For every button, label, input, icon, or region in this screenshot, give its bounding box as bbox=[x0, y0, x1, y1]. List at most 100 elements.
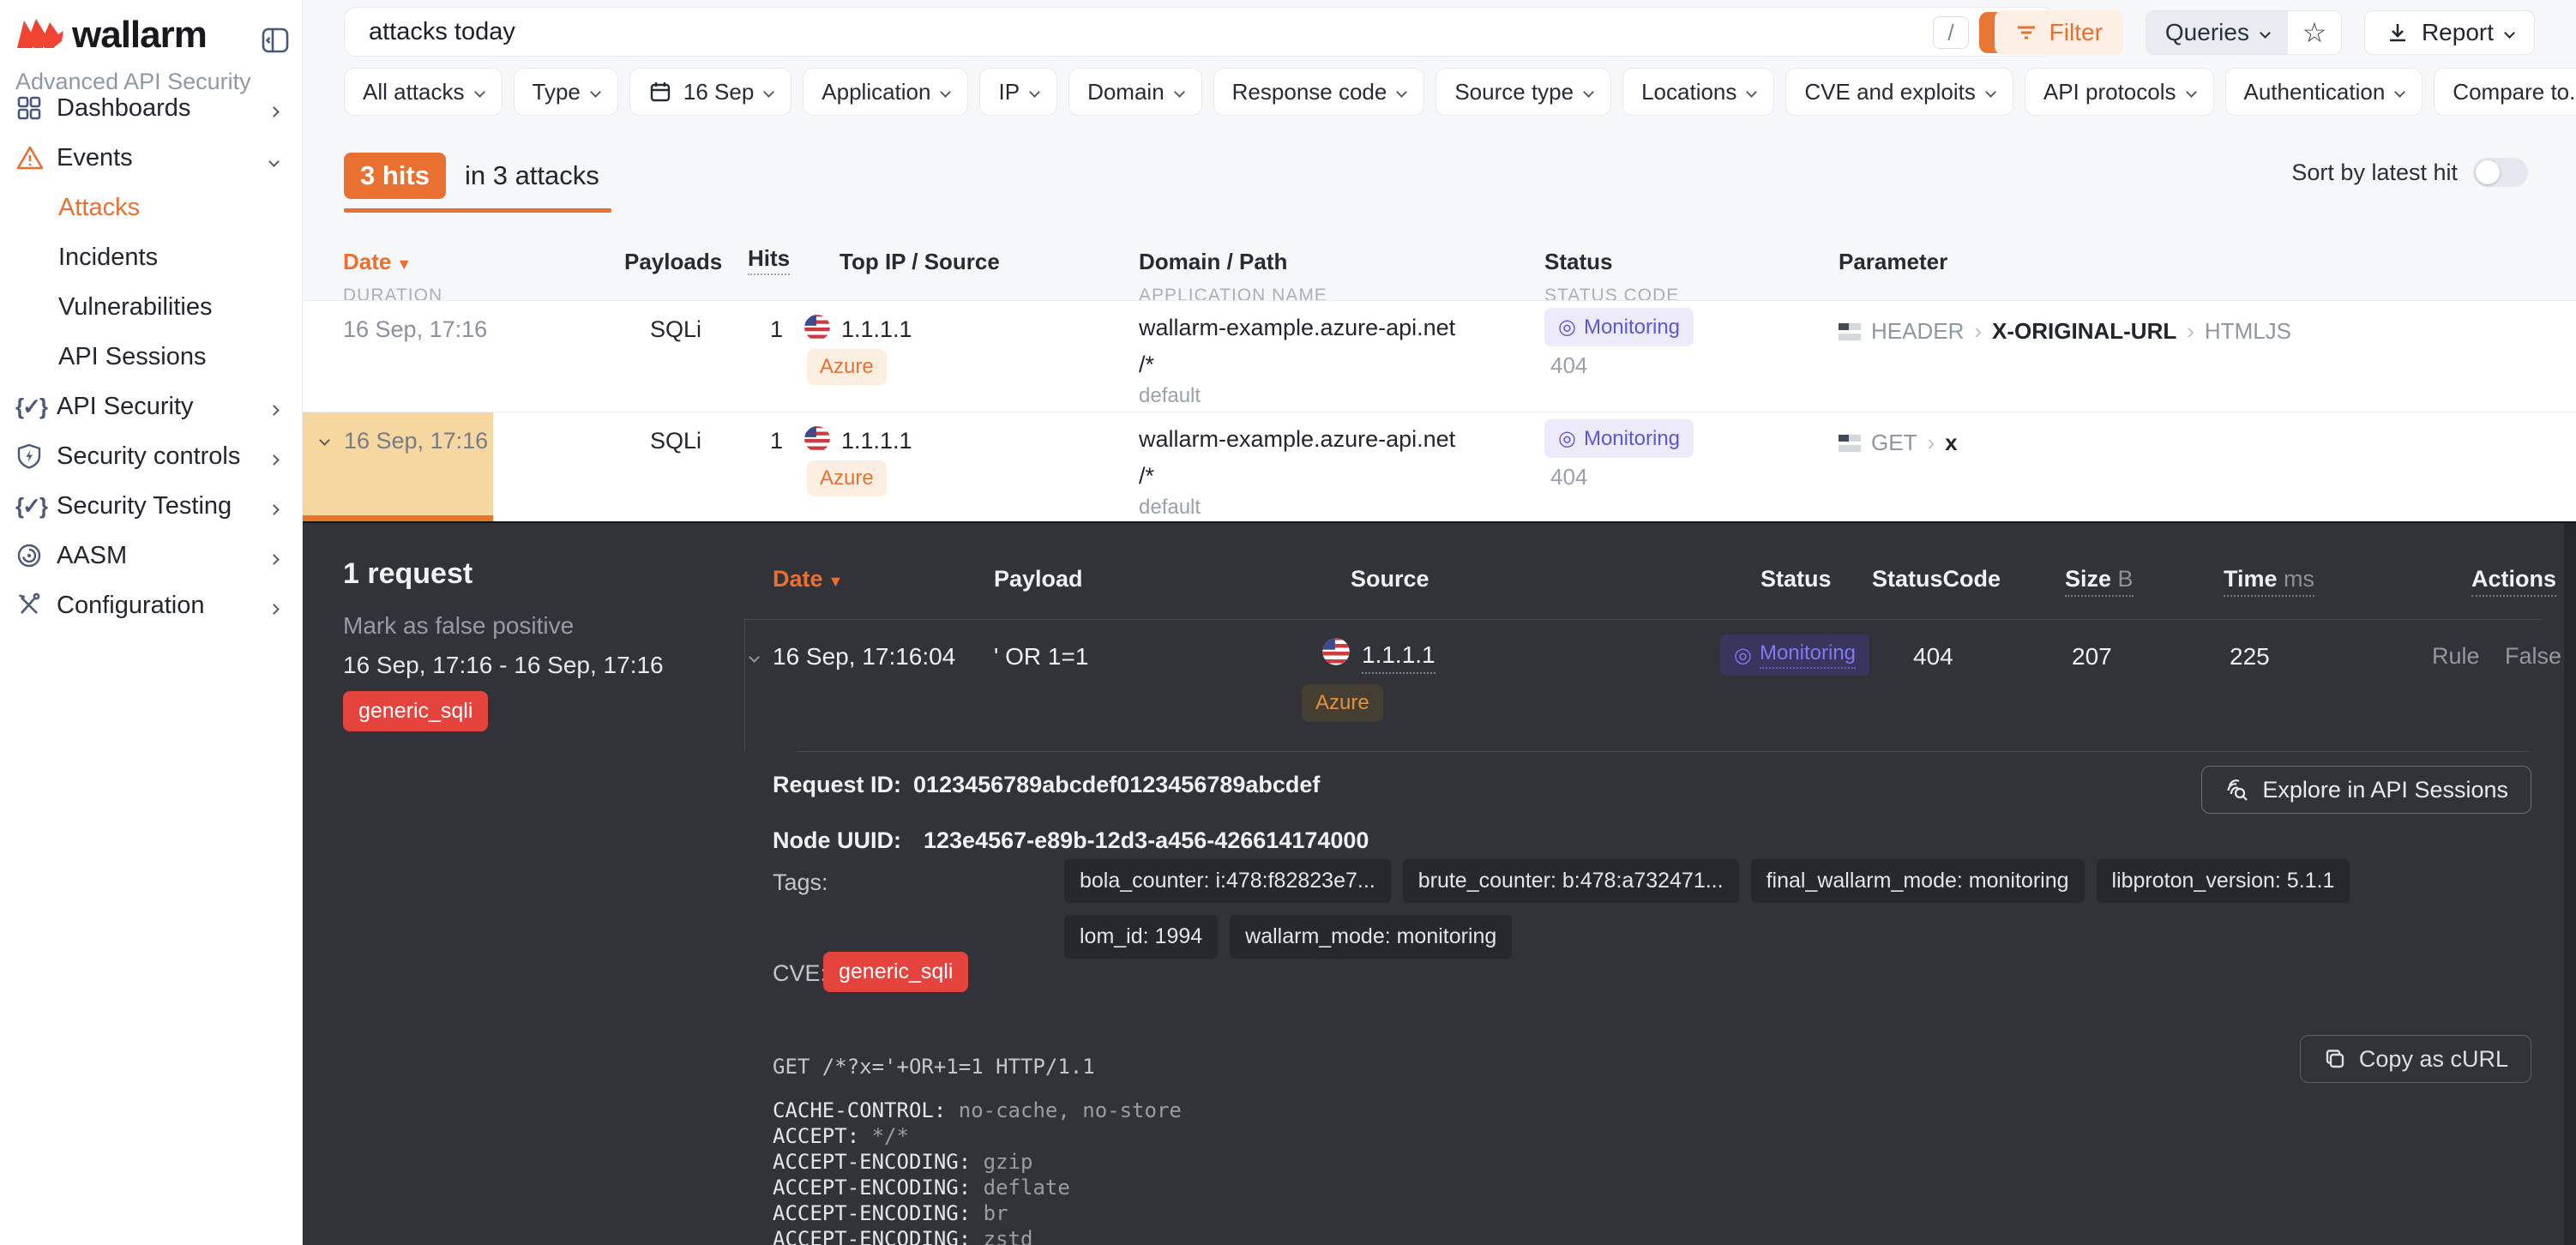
source-tag-azure[interactable]: Azure bbox=[807, 460, 887, 496]
attack-type-tag[interactable]: generic_sqli bbox=[343, 691, 488, 731]
explore-button-label: Explore in API Sessions bbox=[2262, 777, 2508, 803]
filter-chip-date[interactable]: 16 Sep bbox=[629, 68, 791, 116]
tag-chip[interactable]: bola_counter: i:478:f82823e7... bbox=[1064, 859, 1391, 903]
sort-desc-icon: ▼ bbox=[828, 573, 844, 590]
filter-chip-application[interactable]: Application bbox=[803, 68, 968, 116]
copy-button-label: Copy as cURL bbox=[2359, 1046, 2508, 1073]
action-false-link[interactable]: False bbox=[2505, 643, 2561, 670]
filter-button[interactable]: Filter bbox=[1995, 10, 2123, 55]
detail-header-size[interactable]: Size B bbox=[2065, 566, 2134, 592]
attack-path: /* bbox=[1139, 352, 1154, 378]
copy-as-curl-button[interactable]: Copy as cURL bbox=[2300, 1035, 2531, 1083]
source-tag-azure[interactable]: Azure bbox=[807, 349, 887, 385]
sidebar-item-configuration[interactable]: Configuration bbox=[0, 580, 302, 630]
column-header-hits[interactable]: Hits bbox=[748, 245, 790, 272]
mark-false-positive-link[interactable]: Mark as false positive bbox=[343, 612, 574, 640]
search-bar: / bbox=[344, 7, 2054, 57]
filter-chip-locations[interactable]: Locations bbox=[1622, 68, 1774, 116]
detail-header-date[interactable]: Date▼ bbox=[773, 566, 843, 592]
request-id-line: Request ID: 0123456789abcdef0123456789ab… bbox=[773, 772, 1320, 798]
filter-chip-response-code[interactable]: Response code bbox=[1213, 68, 1425, 116]
chip-label: Compare to... bbox=[2453, 79, 2576, 105]
attack-row-selected[interactable]: 16 Sep, 17:16 SQLi 1 1.1.1.1 Azure walla… bbox=[303, 412, 2576, 521]
param-part: x bbox=[1945, 430, 1957, 456]
attack-row[interactable]: 16 Sep, 17:16 SQLi 1 1.1.1.1 Azure walla… bbox=[303, 300, 2576, 412]
sidebar-item-incidents[interactable]: Incidents bbox=[0, 232, 302, 282]
filter-chip-source-type[interactable]: Source type bbox=[1435, 68, 1611, 116]
filter-chip-cve[interactable]: CVE and exploits bbox=[1785, 68, 2013, 116]
attack-payload: SQLi bbox=[650, 316, 701, 343]
filter-chip-domain[interactable]: Domain bbox=[1068, 68, 1202, 116]
action-rule-link[interactable]: Rule bbox=[2432, 643, 2480, 670]
star-icon: ☆ bbox=[2302, 16, 2327, 49]
sidebar-item-events[interactable]: Events bbox=[0, 133, 302, 183]
attack-ip[interactable]: 1.1.1.1 bbox=[841, 428, 912, 454]
filter-chip-authentication[interactable]: Authentication bbox=[2225, 68, 2423, 116]
filter-chip-type[interactable]: Type bbox=[514, 68, 618, 116]
search-input[interactable] bbox=[369, 13, 1827, 51]
http-header: ACCEPT-ENCODING: gzip bbox=[773, 1149, 1182, 1175]
attack-ip[interactable]: 1.1.1.1 bbox=[841, 316, 912, 343]
sidebar-item-label: Events bbox=[57, 144, 133, 172]
param-part: GET bbox=[1871, 430, 1917, 456]
queries-button[interactable]: Queries bbox=[2146, 11, 2288, 54]
sidebar-item-vulnerabilities[interactable]: Vulnerabilities bbox=[0, 282, 302, 332]
sidebar-item-aasm[interactable]: AASM bbox=[0, 531, 302, 580]
column-header-date[interactable]: Date▼ DURATION bbox=[343, 249, 442, 306]
selected-row-highlight[interactable]: 16 Sep, 17:16 bbox=[303, 412, 493, 521]
status-badge-monitoring: ◎Monitoring bbox=[1720, 635, 1869, 676]
chip-label: Source type bbox=[1454, 79, 1574, 105]
chevron-right-icon bbox=[270, 94, 278, 123]
tag-chip[interactable]: libproton_version: 5.1.1 bbox=[2097, 859, 2350, 903]
sort-toggle[interactable] bbox=[2473, 158, 2528, 187]
sidebar-item-attacks[interactable]: Attacks bbox=[0, 183, 302, 232]
sidebar-collapse-icon[interactable] bbox=[256, 21, 295, 60]
attack-payload: SQLi bbox=[650, 428, 701, 454]
detail-header-actions[interactable]: Actions bbox=[2471, 566, 2556, 592]
hits-suffix: in 3 attacks bbox=[465, 160, 599, 191]
chevron-right-icon bbox=[270, 442, 278, 471]
sidebar-item-label: Security controls bbox=[57, 442, 240, 471]
grid-icon bbox=[15, 94, 48, 122]
header-param-icon bbox=[1839, 323, 1861, 340]
attack-date: 16 Sep, 17:16 bbox=[344, 428, 488, 454]
sort-desc-icon: ▼ bbox=[396, 256, 412, 273]
chip-label: Locations bbox=[1641, 79, 1736, 105]
chevron-separator: › bbox=[1927, 430, 1935, 456]
filter-chip-all-attacks[interactable]: All attacks bbox=[344, 68, 503, 116]
tag-chip[interactable]: final_wallarm_mode: monitoring bbox=[1751, 859, 2085, 903]
tag-chip[interactable]: wallarm_mode: monitoring bbox=[1230, 915, 1512, 959]
panel-scrollbar[interactable] bbox=[2564, 523, 2576, 1245]
filter-chip-ip[interactable]: IP bbox=[979, 68, 1057, 116]
sidebar-item-security-testing[interactable]: {✓} Security Testing bbox=[0, 481, 302, 531]
chevron-down-icon bbox=[2260, 27, 2271, 39]
sidebar-item-api-security[interactable]: {✓} API Security bbox=[0, 382, 302, 431]
detail-header-payload: Payload bbox=[994, 566, 1083, 592]
sidebar-item-api-sessions[interactable]: API Sessions bbox=[0, 332, 302, 382]
sidebar-item-dashboards[interactable]: Dashboards bbox=[0, 83, 302, 133]
chevron-down-icon bbox=[474, 87, 485, 98]
cve-tag[interactable]: generic_sqli bbox=[823, 952, 968, 992]
request-ip[interactable]: 1.1.1.1 bbox=[1362, 641, 1435, 674]
source-tag-azure[interactable]: Azure bbox=[1302, 684, 1383, 722]
filter-chip-compare-to[interactable]: Compare to... bbox=[2434, 68, 2576, 116]
tag-chip[interactable]: brute_counter: b:478:a732471... bbox=[1403, 859, 1739, 903]
sidebar-item-security-controls[interactable]: Security controls bbox=[0, 431, 302, 481]
attack-status-code: 404 bbox=[1550, 464, 1587, 490]
explore-api-sessions-button[interactable]: Explore in API Sessions bbox=[2201, 766, 2531, 814]
sidebar-nav: Dashboards Events Attacks Incidents Vuln… bbox=[0, 83, 302, 630]
filter-chip-api-protocols[interactable]: API protocols bbox=[2025, 68, 2214, 116]
chevron-down-icon[interactable] bbox=[750, 650, 758, 665]
tag-chip[interactable]: lom_id: 1994 bbox=[1064, 915, 1218, 959]
tags-label: Tags: bbox=[773, 869, 828, 896]
favorite-star-button[interactable]: ☆ bbox=[2288, 11, 2341, 54]
detail-header-time[interactable]: Time ms bbox=[2224, 566, 2314, 592]
chevron-down-icon bbox=[270, 144, 278, 172]
http-header: ACCEPT-ENCODING: br bbox=[773, 1200, 1182, 1226]
chevron-down-icon bbox=[1174, 87, 1185, 98]
report-button[interactable]: Report bbox=[2364, 10, 2535, 55]
param-part: HTMLJS bbox=[2205, 318, 2291, 345]
toggle-knob bbox=[2476, 160, 2500, 184]
http-request-line: GET /*?x='+OR+1=1 HTTP/1.1 bbox=[773, 1055, 1182, 1079]
chevron-down-icon bbox=[319, 435, 330, 446]
